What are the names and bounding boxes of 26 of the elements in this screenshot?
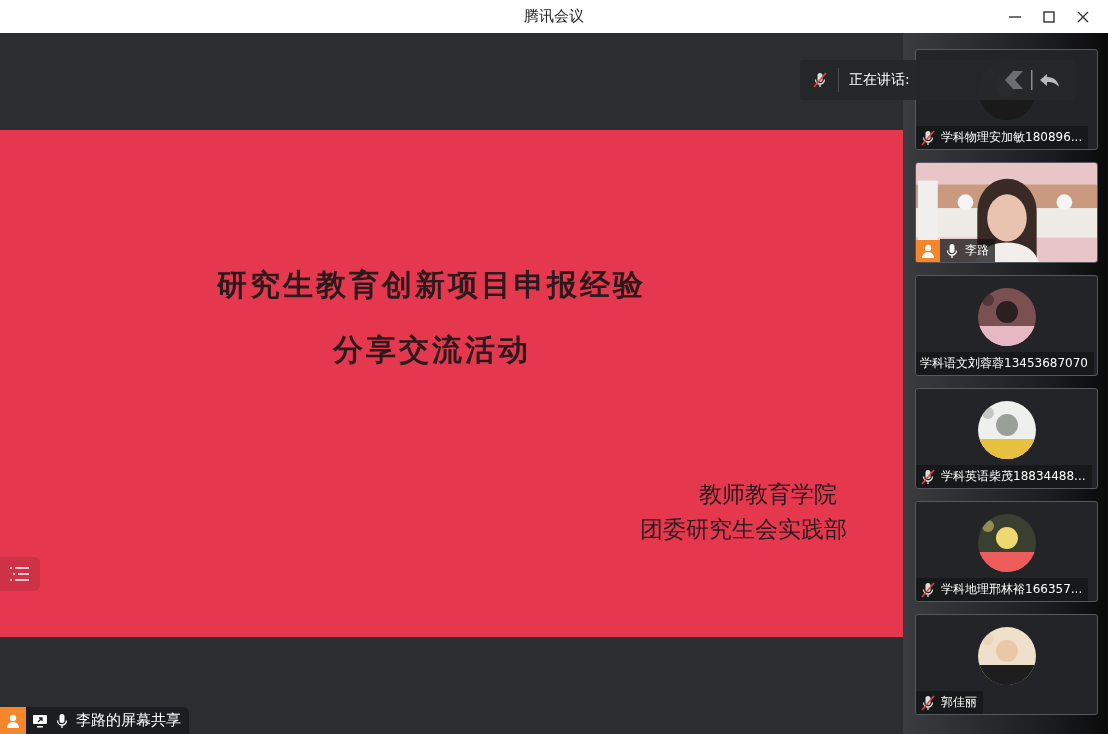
participant-name: 学科物理安加敏180896... [941,129,1083,146]
slide-credit: 教师教育学院 [699,480,837,509]
host-badge [0,707,26,734]
share-name: 李路的屏幕共享 [76,711,181,730]
maximize-icon[interactable] [1042,9,1056,24]
slide-title: 研究生教育创新项目申报经验 [217,266,646,304]
participant-name: 学科语文刘蓉蓉13453687070 [920,355,1088,372]
participant-name: 李路 [965,242,989,259]
close-icon[interactable] [1076,9,1090,24]
participant-tile[interactable]: 学科英语柴茂18834488... [915,388,1098,489]
participant-tile[interactable]: 李路 [915,162,1098,263]
window-title: 腾讯会议 [524,7,584,26]
muted-mic-icon [812,72,828,88]
participant-name: 学科地理邢林裕166357... [941,581,1083,598]
slide-title: 分享交流活动 [332,331,531,369]
list-icon [10,566,30,582]
speaking-label: 正在讲话: [849,71,910,89]
participant-tile[interactable]: 学科地理邢林裕166357... [915,501,1098,602]
slide-credit: 团委研究生会实践部 [640,515,847,544]
participant-tile[interactable]: 学科语文刘蓉蓉13453687070 [915,275,1098,376]
screen-share-icon [32,712,48,729]
outline-button[interactable] [0,557,40,591]
mic-icon [54,712,70,729]
participant-name: 学科英语柴茂18834488... [941,468,1086,485]
participant-name: 郭佳丽 [941,694,977,711]
participant-tile[interactable]: 郭佳丽 [915,614,1098,715]
